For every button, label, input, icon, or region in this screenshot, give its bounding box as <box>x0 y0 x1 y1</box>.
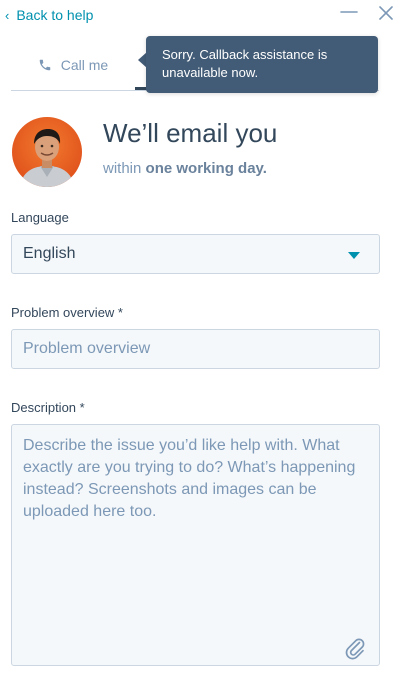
language-label: Language <box>11 210 69 225</box>
problem-overview-input[interactable] <box>11 329 380 369</box>
close-button[interactable] <box>375 4 395 26</box>
language-selected-value: English <box>23 245 76 262</box>
attach-file-button[interactable] <box>343 636 367 660</box>
back-link-label: Back to help <box>16 7 94 23</box>
problem-overview-label: Problem overview * <box>11 305 123 320</box>
panel-header: ‹ Back to help <box>0 0 395 34</box>
tooltip-text: Sorry. Callback assistance is unavailabl… <box>162 47 328 80</box>
description-textarea[interactable] <box>11 424 380 666</box>
callback-unavailable-tooltip: Sorry. Callback assistance is unavailabl… <box>146 36 378 93</box>
language-select[interactable]: English <box>11 234 380 274</box>
response-time-prefix: within <box>103 160 146 177</box>
minimize-icon <box>340 11 358 13</box>
page-title: We’ll email you <box>103 118 278 148</box>
phone-icon <box>39 59 51 70</box>
tab-call-me[interactable]: Call me <box>11 40 135 89</box>
back-to-help-link[interactable]: ‹ Back to help <box>5 7 93 23</box>
tab-call-me-label: Call me <box>60 56 109 73</box>
description-label: Description * <box>11 400 85 415</box>
paperclip-icon <box>345 638 365 660</box>
chevron-left-icon: ‹ <box>5 7 10 23</box>
minimize-button[interactable] <box>338 4 360 26</box>
response-time-note: within one working day. <box>103 160 267 177</box>
close-icon <box>379 6 393 20</box>
response-time-emphasis: one working day. <box>145 160 267 177</box>
caret-down-icon <box>348 252 360 259</box>
support-agent-avatar <box>12 117 82 187</box>
